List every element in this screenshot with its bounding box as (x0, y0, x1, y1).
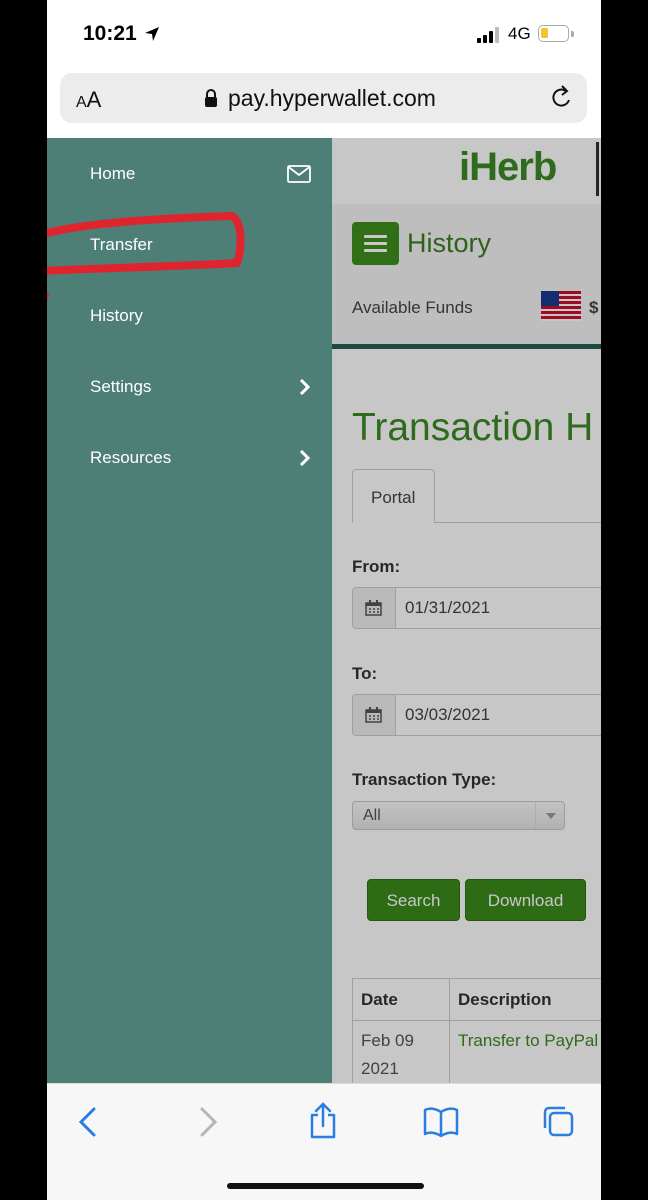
mail-icon[interactable] (287, 165, 311, 183)
chevron-right-icon (299, 379, 311, 395)
address-bar[interactable]: AA pay.hyperwallet.com (60, 73, 587, 123)
phone-screen: 10:21 4G AA pay.hyperwallet.com iHerb Hi… (47, 0, 601, 1200)
tabs-icon[interactable] (541, 1104, 575, 1138)
page-overlay[interactable] (332, 138, 601, 1083)
drawer-item-history[interactable]: History (90, 306, 143, 326)
network-type: 4G (508, 24, 531, 43)
side-drawer: Home Transfer History Settings Resources (47, 138, 332, 1083)
battery-tip (571, 31, 574, 37)
drawer-item-transfer[interactable]: Transfer (90, 235, 153, 255)
home-indicator[interactable] (227, 1183, 424, 1189)
drawer-item-resources[interactable]: Resources (90, 448, 171, 468)
location-arrow-icon (145, 27, 159, 41)
reload-icon[interactable] (550, 85, 574, 111)
lock-icon (205, 89, 217, 107)
status-bar: 10:21 4G (47, 0, 601, 70)
drawer-item-home[interactable]: Home (90, 164, 135, 184)
signal-bars-icon (477, 27, 499, 43)
bookmarks-icon[interactable] (423, 1106, 459, 1138)
text-size-button[interactable]: AA (76, 87, 101, 113)
forward-icon (200, 1107, 218, 1137)
share-icon[interactable] (308, 1102, 338, 1140)
web-content: iHerb History Available Funds $ Transact… (47, 138, 601, 1083)
status-time: 10:21 (83, 22, 137, 45)
drawer-item-settings[interactable]: Settings (90, 377, 151, 397)
battery-icon (538, 25, 569, 42)
chevron-right-icon (299, 450, 311, 466)
url-text[interactable]: pay.hyperwallet.com (228, 85, 436, 112)
back-icon[interactable] (77, 1106, 99, 1138)
